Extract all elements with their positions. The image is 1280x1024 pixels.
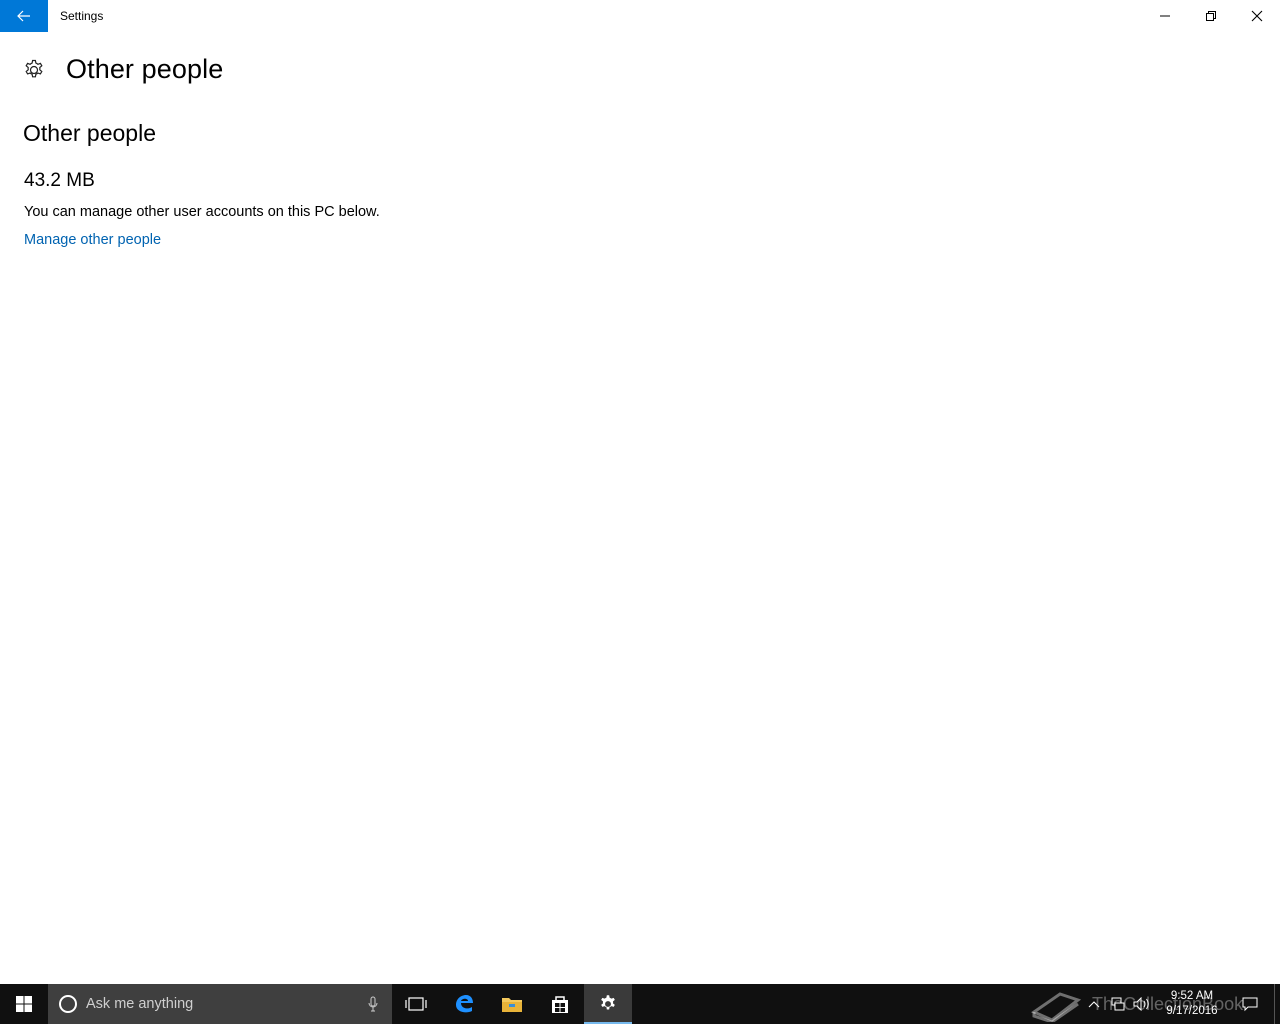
search-box[interactable]: Ask me anything xyxy=(48,984,392,1024)
show-desktop-button[interactable] xyxy=(1274,984,1280,1024)
notification-icon xyxy=(1242,997,1258,1012)
volume-icon xyxy=(1133,997,1149,1011)
arrow-left-icon xyxy=(17,10,30,22)
back-button[interactable] xyxy=(0,0,48,32)
store-icon xyxy=(552,996,568,1013)
page-header: Other people xyxy=(22,54,223,85)
start-button[interactable] xyxy=(0,984,48,1024)
clock-date: 9/17/2016 xyxy=(1166,1005,1218,1017)
close-icon xyxy=(1251,10,1263,22)
taskbar-settings[interactable] xyxy=(584,984,632,1024)
network-button[interactable] xyxy=(1106,984,1130,1024)
windows-logo-icon xyxy=(16,996,32,1012)
clock[interactable]: 9:52 AM 9/17/2016 xyxy=(1154,984,1230,1024)
taskbar-file-explorer[interactable] xyxy=(488,984,536,1024)
window-controls xyxy=(1142,0,1280,32)
taskbar: Ask me anything TheCollectionBook 9:52 A… xyxy=(0,984,1280,1024)
search-placeholder: Ask me anything xyxy=(86,996,194,1012)
description-text: You can manage other user accounts on th… xyxy=(24,204,380,220)
settings-gear-icon xyxy=(601,995,615,1010)
title-bar: Settings xyxy=(0,0,1280,32)
volume-button[interactable] xyxy=(1130,984,1154,1024)
task-view-icon xyxy=(405,997,427,1011)
system-tray: 9:52 AM 9/17/2016 xyxy=(1082,984,1280,1024)
book-icon xyxy=(1030,992,1082,1022)
chevron-up-icon xyxy=(1088,1001,1100,1008)
restore-icon xyxy=(1206,11,1216,21)
minimize-button[interactable] xyxy=(1142,0,1188,32)
restore-button[interactable] xyxy=(1188,0,1234,32)
task-view-button[interactable] xyxy=(392,984,440,1024)
taskbar-edge[interactable] xyxy=(440,984,488,1024)
cortana-icon xyxy=(59,995,77,1013)
folder-icon xyxy=(502,998,522,1012)
show-hidden-icons-button[interactable] xyxy=(1082,984,1106,1024)
section-title: Other people xyxy=(23,120,156,146)
window-title: Settings xyxy=(60,9,104,23)
storage-size: 43.2 MB xyxy=(24,170,95,191)
clock-time: 9:52 AM xyxy=(1170,990,1214,1002)
page-title: Other people xyxy=(66,54,224,84)
edge-icon xyxy=(456,995,473,1013)
microphone-icon[interactable] xyxy=(368,996,378,1012)
close-button[interactable] xyxy=(1234,0,1280,32)
network-icon xyxy=(1111,997,1125,1011)
taskbar-store[interactable] xyxy=(536,984,584,1024)
action-center-button[interactable] xyxy=(1230,984,1270,1024)
manage-other-people-link[interactable]: Manage other people xyxy=(24,232,161,248)
gear-icon xyxy=(25,59,43,77)
minimize-icon xyxy=(1160,15,1170,17)
